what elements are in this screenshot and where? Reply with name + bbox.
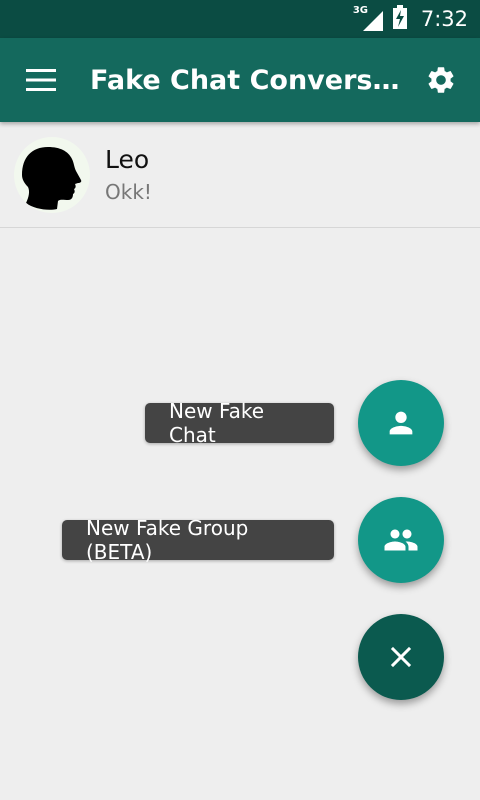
new-fake-chat-label[interactable]: New Fake Chat: [145, 399, 334, 447]
status-time: 7:32: [420, 7, 468, 31]
battery-charging-icon: [392, 5, 407, 33]
new-fake-group-button[interactable]: [358, 497, 444, 583]
new-fake-chat-button[interactable]: [358, 380, 444, 466]
person-icon: [389, 411, 413, 435]
avatar: [14, 136, 90, 213]
menu-button[interactable]: [0, 38, 82, 122]
close-icon: [390, 646, 412, 668]
last-message: Okk!: [105, 179, 152, 204]
app-title: Fake Chat Conversati…: [90, 64, 402, 96]
cellular-signal-icon: 3G: [353, 5, 383, 31]
contact-name: Leo: [105, 144, 150, 174]
gear-icon: [428, 67, 454, 93]
close-fab-menu-button[interactable]: [358, 614, 444, 700]
settings-button[interactable]: [402, 38, 480, 122]
app-bar: Fake Chat Conversati…: [0, 38, 480, 122]
silhouette-icon: [22, 146, 82, 210]
hamburger-menu-icon: [26, 69, 56, 91]
new-fake-group-label[interactable]: New Fake Group (BETA): [62, 516, 334, 564]
chat-list-item[interactable]: Leo Okk!: [0, 122, 480, 228]
group-icon: [384, 529, 418, 551]
chat-text: Leo Okk!: [105, 145, 152, 205]
status-bar: 3G 7:32: [0, 0, 480, 38]
